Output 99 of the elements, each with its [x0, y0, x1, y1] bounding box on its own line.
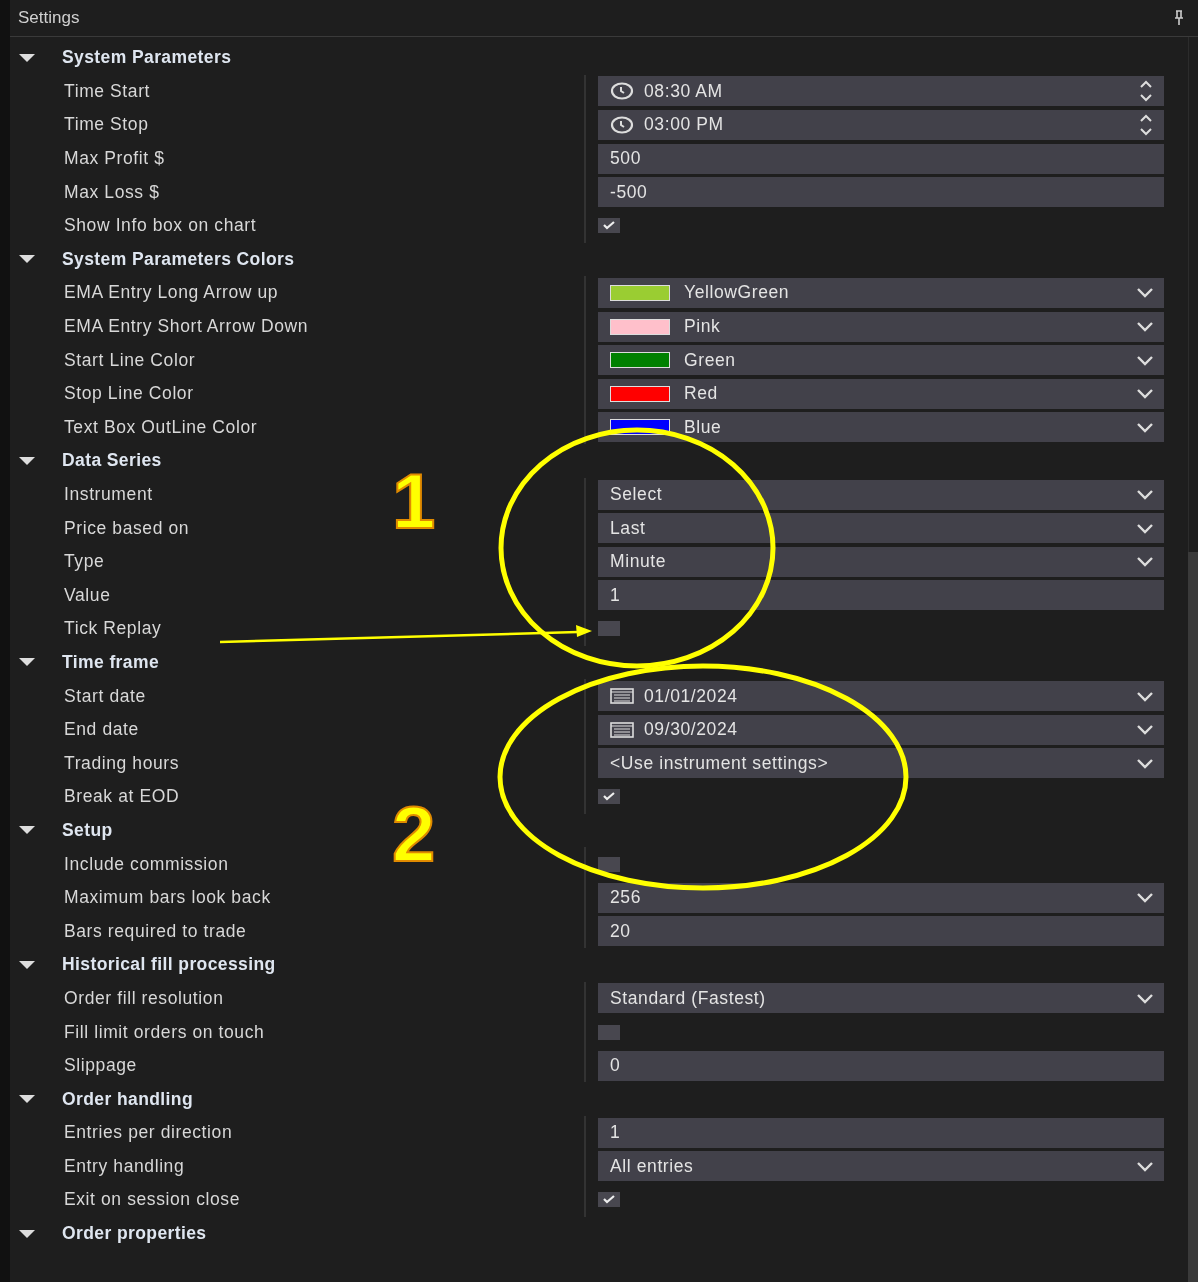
- checkmark-icon: [603, 1195, 615, 1205]
- property-label: Price based on: [64, 517, 190, 539]
- dropdown[interactable]: All entries: [598, 1151, 1164, 1182]
- annotation-number: 2: [392, 795, 436, 873]
- property-label: Entries per direction: [64, 1122, 233, 1144]
- date-field[interactable]: 09/30/2024: [598, 714, 1164, 745]
- dropdown[interactable]: Select: [598, 479, 1164, 510]
- property-label: Fill limit orders on touch: [64, 1021, 265, 1043]
- property-label: Max Profit $: [64, 148, 165, 170]
- input-field[interactable]: 20: [598, 916, 1164, 947]
- color-dropdown[interactable]: YellowGreen: [598, 277, 1164, 308]
- checkbox[interactable]: [598, 1024, 620, 1040]
- annotation-number: 1: [392, 462, 436, 540]
- collapse-triangle-icon[interactable]: [18, 52, 36, 63]
- chevron-down-icon: [1136, 321, 1154, 333]
- checkbox[interactable]: [598, 1192, 620, 1208]
- property-label: Show Info box on chart: [64, 215, 257, 237]
- property-label: Bars required to trade: [64, 920, 247, 942]
- property-label: Trading hours: [64, 752, 180, 774]
- section-header[interactable]: System Parameters Colors: [62, 248, 295, 270]
- spinner-icon[interactable]: [1138, 79, 1154, 104]
- checkmark-icon: [603, 221, 615, 231]
- section-header[interactable]: System Parameters: [62, 47, 232, 69]
- property-label: Time Stop: [64, 114, 149, 136]
- property-label: Type: [64, 551, 105, 573]
- property-label: Instrument: [64, 484, 153, 505]
- property-label: Order fill resolution: [64, 987, 224, 1009]
- color-dropdown[interactable]: Pink: [598, 311, 1164, 342]
- chevron-down-icon: [1136, 556, 1154, 568]
- property-label: Slippage: [64, 1055, 137, 1077]
- checkbox[interactable]: [598, 789, 620, 805]
- time-field[interactable]: 03:00 PM: [598, 110, 1164, 140]
- date-field[interactable]: 01/01/2024: [598, 681, 1164, 712]
- dropdown[interactable]: Last: [598, 513, 1164, 544]
- property-label: Time Start: [64, 80, 151, 102]
- chevron-down-icon: [1136, 1160, 1154, 1172]
- property-label: Include commission: [64, 853, 229, 875]
- chevron-down-icon: [1136, 489, 1154, 500]
- checkmark-icon: [603, 792, 615, 802]
- window-title: Settings: [18, 8, 80, 28]
- input-field[interactable]: 1: [598, 580, 1164, 611]
- color-dropdown[interactable]: Green: [598, 345, 1164, 376]
- time-field[interactable]: 08:30 AM: [598, 76, 1164, 107]
- checkbox[interactable]: [598, 856, 620, 872]
- chevron-down-icon: [1136, 892, 1154, 904]
- property-label: Entry handling: [64, 1155, 185, 1177]
- section-header[interactable]: Data Series: [62, 450, 162, 472]
- property-label: Max Loss $: [64, 181, 160, 203]
- section-header[interactable]: Historical fill processing: [62, 954, 276, 976]
- collapse-triangle-icon[interactable]: [18, 825, 36, 836]
- dropdown[interactable]: <Use instrument settings>: [598, 748, 1164, 779]
- chevron-down-icon: [1136, 522, 1154, 534]
- property-label: EMA Entry Long Arrow up: [64, 282, 279, 304]
- property-label: Exit on session close: [64, 1189, 240, 1211]
- section-header[interactable]: Setup: [62, 819, 113, 841]
- chevron-down-icon: [1136, 421, 1154, 433]
- collapse-triangle-icon[interactable]: [18, 959, 36, 970]
- property-label: EMA Entry Short Arrow Down: [64, 316, 309, 338]
- dropdown[interactable]: Standard (Fastest): [598, 983, 1164, 1014]
- chevron-down-icon: [1136, 992, 1154, 1004]
- chevron-down-icon: [1136, 388, 1154, 400]
- color-dropdown[interactable]: Blue: [598, 412, 1164, 443]
- calendar-icon: [610, 688, 634, 705]
- property-label: End date: [64, 719, 139, 741]
- input-field[interactable]: -500: [598, 177, 1164, 208]
- property-label: Start Line Color: [64, 349, 196, 371]
- section-header[interactable]: Time frame: [62, 652, 160, 673]
- spinner-icon[interactable]: [1138, 113, 1154, 137]
- clock-icon: [610, 116, 634, 134]
- dropdown[interactable]: Minute: [598, 546, 1164, 577]
- chevron-down-icon: [1136, 354, 1154, 366]
- checkbox[interactable]: [598, 621, 620, 637]
- collapse-triangle-icon[interactable]: [18, 1094, 36, 1105]
- collapse-triangle-icon[interactable]: [18, 657, 36, 668]
- property-label: Maximum bars look back: [64, 887, 271, 909]
- section-header[interactable]: Order properties: [62, 1223, 207, 1245]
- property-label: Break at EOD: [64, 786, 180, 808]
- collapse-triangle-icon[interactable]: [18, 455, 36, 466]
- chevron-down-icon: [1136, 757, 1154, 769]
- property-label: Value: [64, 584, 111, 606]
- property-label: Text Box OutLine Color: [64, 416, 258, 438]
- dropdown[interactable]: 256: [598, 882, 1164, 913]
- chevron-down-icon: [1136, 690, 1154, 702]
- chevron-down-icon: [1136, 287, 1154, 299]
- collapse-triangle-icon[interactable]: [18, 254, 36, 265]
- calendar-icon: [610, 721, 634, 738]
- input-field[interactable]: 1: [598, 1117, 1164, 1148]
- color-dropdown[interactable]: Red: [598, 378, 1164, 409]
- property-label: Start date: [64, 685, 146, 707]
- property-label: Tick Replay: [64, 618, 162, 640]
- checkbox[interactable]: [598, 218, 620, 234]
- section-header[interactable]: Order handling: [62, 1088, 194, 1110]
- chevron-down-icon: [1136, 724, 1154, 736]
- property-label: Stop Line Color: [64, 383, 194, 405]
- input-field[interactable]: 0: [598, 1050, 1164, 1081]
- clock-icon: [610, 82, 634, 101]
- pin-icon[interactable]: [1174, 10, 1184, 26]
- input-field[interactable]: 500: [598, 143, 1164, 174]
- collapse-triangle-icon[interactable]: [18, 1228, 36, 1239]
